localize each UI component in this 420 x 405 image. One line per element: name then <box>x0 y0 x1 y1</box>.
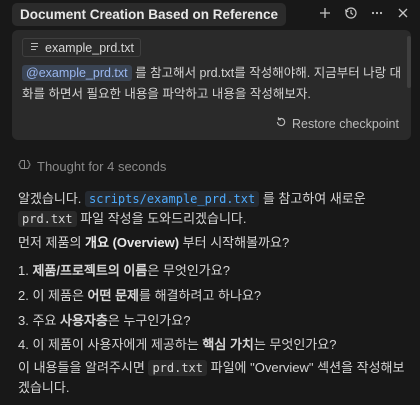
list-item: 4. 이 제품이 사용자에게 제공하는 핵심 가치는 무엇인가요? <box>18 334 410 353</box>
brain-icon <box>18 158 31 174</box>
list-number: 3. <box>18 313 33 328</box>
file-context-chip[interactable]: example_prd.txt <box>22 38 141 57</box>
user-message-text: @example_prd.txt 를 참고해서 prd.txt를 작성해야해. … <box>22 63 402 105</box>
file-icon <box>29 41 40 55</box>
list-number: 1. <box>18 263 33 278</box>
thought-label: Thought for 4 seconds <box>37 158 167 174</box>
response-text: 를 참고하여 새로운 <box>259 191 366 206</box>
header-actions <box>314 3 414 23</box>
file-mention[interactable]: @example_prd.txt <box>22 65 132 81</box>
list-text: 이 제품은 <box>32 288 88 303</box>
file-link[interactable]: scripts/example_prd.txt <box>85 191 260 207</box>
response-paragraph-1: 알겠습니다. scripts/example_prd.txt 를 참고하여 새로… <box>18 189 410 229</box>
list-text: 이 제품이 사용자에게 제공하는 <box>32 337 203 352</box>
list-item: 1. 제품/프로젝트의 이름은 무엇인가요? <box>18 260 410 279</box>
list-item: 3. 주요 사용자층은 누구인가요? <box>18 310 410 329</box>
response-bold: 개요 (Overview) <box>85 235 180 250</box>
history-icon[interactable] <box>340 3 362 23</box>
inline-code: prd.txt <box>18 211 77 227</box>
response-text: 알겠습니다. <box>18 191 86 206</box>
plus-icon[interactable] <box>314 3 336 23</box>
response-text: 파일 작성을 도와드리겠습니다. <box>76 211 247 226</box>
chat-title: Document Creation Based on Reference <box>20 6 279 22</box>
list-bold: 사용자층 <box>60 313 108 328</box>
more-icon[interactable] <box>366 3 388 23</box>
response-paragraph-2: 먼저 제품의 개요 (Overview) 부터 시작해볼까요? <box>18 233 410 253</box>
restore-icon <box>275 116 287 131</box>
list-number: 2. <box>18 288 33 303</box>
list-text: 를 해결하려고 하나요? <box>139 288 262 303</box>
chat-title-tab[interactable]: Document Creation Based on Reference <box>12 2 287 26</box>
response-text: 먼저 제품의 <box>18 235 86 250</box>
inline-code: prd.txt <box>148 360 208 376</box>
response-text: 부터 시작해볼까요? <box>179 235 290 250</box>
list-bold: 제품/프로젝트의 이름 <box>32 263 148 278</box>
restore-checkpoint-button[interactable]: Restore checkpoint <box>275 116 399 131</box>
list-text: 은 누구인가요? <box>107 313 191 328</box>
list-bold: 어떤 문제 <box>87 288 139 303</box>
list-text: 은 무엇인가요? <box>147 263 230 278</box>
list-item: 2. 이 제품은 어떤 문제를 해결하려고 하나요? <box>18 285 410 304</box>
file-chip-label: example_prd.txt <box>45 40 134 55</box>
close-icon[interactable] <box>392 3 414 23</box>
chat-header: Document Creation Based on Reference <box>0 0 420 26</box>
list-text: 는 무엇인가요? <box>253 337 337 352</box>
thought-indicator[interactable]: Thought for 4 seconds <box>18 158 166 174</box>
response-paragraph-3: 이 내용들을 알려주시면 prd.txt 파일에 "Overview" 섹션을 … <box>18 358 410 398</box>
list-number: 4. <box>18 337 33 352</box>
list-text: 주요 <box>32 313 61 328</box>
scrollbar-thumb[interactable] <box>407 36 411 88</box>
response-text: 이 내용들을 알려주시면 <box>18 360 149 375</box>
restore-checkpoint-label: Restore checkpoint <box>291 116 399 131</box>
user-message-card[interactable]: example_prd.txt @example_prd.txt 를 참고해서 … <box>12 30 411 140</box>
list-bold: 핵심 가치 <box>202 337 254 352</box>
